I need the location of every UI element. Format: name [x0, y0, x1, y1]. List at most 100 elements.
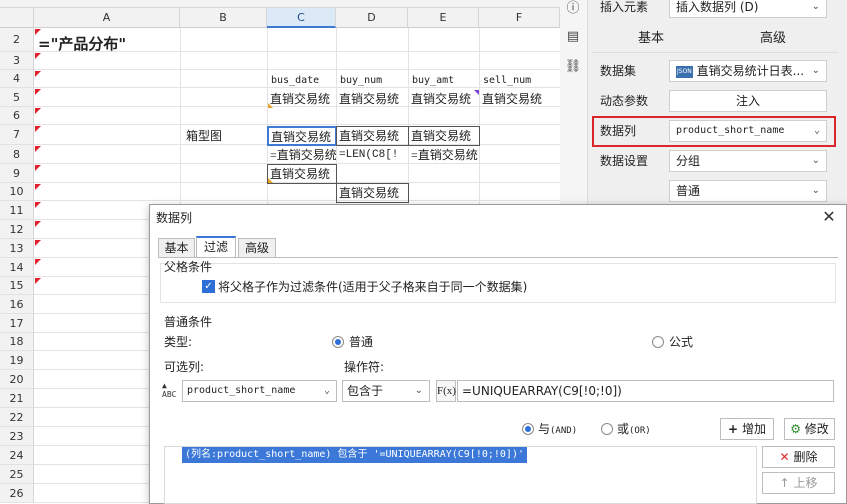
- row-flag-icon: [35, 108, 41, 114]
- row-header[interactable]: 19: [0, 351, 34, 370]
- delete-button[interactable]: ✕ 删除: [762, 446, 835, 468]
- insert-element-shortcut: (D): [739, 0, 759, 14]
- row-header[interactable]: 6: [0, 107, 34, 125]
- cell-a2[interactable]: ="产品分布": [36, 34, 126, 54]
- condition-row-selected[interactable]: (列名:product_short_name) 包含于 '=UNIQUEARRA…: [182, 447, 527, 463]
- row-header[interactable]: 13: [0, 239, 34, 258]
- add-button[interactable]: + 增加: [720, 418, 774, 440]
- row-header[interactable]: 23: [0, 427, 34, 446]
- cell-c9[interactable]: 直销交易统: [267, 164, 337, 184]
- dynamic-param-label: 动态参数: [600, 94, 649, 108]
- type-formula-radio[interactable]: [652, 336, 664, 348]
- type-normal-radio[interactable]: [332, 336, 344, 348]
- modify-button[interactable]: ⚙ 修改: [784, 418, 835, 440]
- insert-element-dropdown[interactable]: 插入数据列 (D) ⌄: [669, 0, 827, 18]
- cell-d8[interactable]: =LEN(C8[!: [337, 146, 408, 164]
- row-header[interactable]: 15: [0, 277, 34, 295]
- cell-d5[interactable]: 直销交易统: [337, 90, 408, 108]
- cell-c5[interactable]: 直销交易统: [268, 90, 336, 108]
- cell-c8[interactable]: =直销交易统: [268, 146, 336, 164]
- normal-condition-title: 普通条件: [164, 315, 213, 329]
- row-header[interactable]: 9: [0, 164, 34, 183]
- hyperlink-icon[interactable]: ⛓: [564, 58, 582, 76]
- row-header[interactable]: 22: [0, 408, 34, 427]
- data-column-dropdown[interactable]: product_short_name ⌄: [669, 120, 827, 142]
- tab-advanced[interactable]: 高级: [728, 26, 818, 52]
- formula-editor-button[interactable]: F(x): [436, 380, 456, 402]
- row-header[interactable]: 5: [0, 88, 34, 107]
- add-label: 增加: [741, 422, 766, 436]
- and-label: 与(AND): [538, 420, 577, 440]
- dialog-tab-basic[interactable]: 基本: [158, 238, 195, 258]
- cell-d4[interactable]: buy_num: [338, 72, 382, 90]
- row-header[interactable]: 4: [0, 70, 34, 88]
- and-radio[interactable]: [522, 423, 534, 435]
- row-flag-icon: [35, 240, 41, 246]
- row-header[interactable]: 8: [0, 145, 34, 164]
- row-header[interactable]: 14: [0, 258, 34, 277]
- row-header[interactable]: 26: [0, 484, 34, 503]
- cell-d10[interactable]: 直销交易统: [336, 183, 409, 203]
- row-header[interactable]: 24: [0, 446, 34, 465]
- row-header[interactable]: 25: [0, 465, 34, 484]
- column-header-a[interactable]: A: [34, 8, 180, 28]
- dataset-label: 数据集: [600, 64, 637, 78]
- or-radio[interactable]: [601, 423, 613, 435]
- dataset-dropdown[interactable]: JSON 直销交易统计日表... ⌄: [669, 60, 827, 82]
- data-setting-mode-dropdown[interactable]: 普通 ⌄: [669, 180, 827, 202]
- column-header-d[interactable]: D: [336, 8, 408, 28]
- row-header[interactable]: 16: [0, 295, 34, 314]
- row-header[interactable]: 20: [0, 370, 34, 389]
- chevron-down-icon: ⌄: [811, 185, 820, 196]
- row-header[interactable]: 3: [0, 52, 34, 70]
- cell-b7[interactable]: 箱型图: [184, 127, 222, 145]
- grid-line: [34, 124, 560, 125]
- column-header-f[interactable]: F: [479, 8, 560, 28]
- row-header[interactable]: 2: [0, 28, 34, 52]
- column-header-b[interactable]: B: [180, 8, 267, 28]
- operator-select-value: 包含于: [347, 384, 384, 398]
- row-header[interactable]: 10: [0, 183, 34, 201]
- cell-e5[interactable]: 直销交易统: [409, 90, 479, 108]
- operator-select[interactable]: 包含于 ⌄: [342, 380, 430, 402]
- row-header[interactable]: 17: [0, 314, 34, 333]
- cell-e8[interactable]: =直销交易统: [409, 146, 479, 164]
- row-header[interactable]: 18: [0, 333, 34, 351]
- chevron-down-icon: ⌄: [811, 155, 820, 166]
- cell-attribute-icon[interactable]: ▤: [564, 28, 582, 46]
- and-text: 与: [538, 422, 551, 436]
- cell-e7[interactable]: 直销交易统: [408, 126, 480, 146]
- row-flag-icon: [35, 221, 41, 227]
- cell-f5[interactable]: 直销交易统: [480, 90, 560, 108]
- cell-element-icon[interactable]: ⓘ: [564, 0, 582, 18]
- data-column-dialog: 数据列 ✕ 基本 过滤 高级 父格条件 ✓ 将父格子作为过滤条件(适用于父子格来…: [149, 204, 847, 504]
- data-setting-value: 分组: [676, 154, 701, 168]
- row-header[interactable]: 11: [0, 201, 34, 220]
- close-icon[interactable]: ✕: [820, 208, 838, 226]
- cell-d7[interactable]: 直销交易统: [336, 126, 409, 146]
- plus-icon: +: [728, 422, 739, 436]
- sheet-corner[interactable]: [0, 8, 34, 28]
- column-header-c[interactable]: C: [267, 8, 336, 28]
- tab-basic[interactable]: 基本: [606, 26, 696, 52]
- insert-element-value: 插入数据列: [676, 0, 737, 14]
- column-header-e[interactable]: E: [408, 8, 479, 28]
- parent-condition-checkbox[interactable]: ✓: [202, 280, 215, 293]
- move-up-button[interactable]: ↑ 上移: [762, 472, 835, 494]
- column-select[interactable]: product_short_name ⌄: [182, 380, 337, 402]
- row-header[interactable]: 7: [0, 125, 34, 145]
- dialog-tab-filter[interactable]: 过滤: [196, 236, 236, 258]
- arrow-up-icon: ↑: [779, 476, 790, 490]
- inject-button[interactable]: 注入: [669, 90, 827, 112]
- row-header[interactable]: 21: [0, 389, 34, 408]
- row-header[interactable]: 12: [0, 220, 34, 239]
- cell-c7-selected[interactable]: 直销交易统: [267, 126, 337, 146]
- dialog-tab-advanced[interactable]: 高级: [238, 238, 276, 258]
- cell-c4[interactable]: bus_date: [269, 72, 319, 90]
- operator-label: 操作符:: [344, 360, 385, 374]
- cell-e4[interactable]: buy_amt: [410, 72, 454, 90]
- data-setting-dropdown[interactable]: 分组 ⌄: [669, 150, 827, 172]
- cell-f4[interactable]: sell_num: [481, 72, 531, 90]
- chevron-down-icon: ⌄: [323, 385, 330, 396]
- formula-input[interactable]: =UNIQUEARRAY(C9[!0;!0]): [457, 380, 834, 402]
